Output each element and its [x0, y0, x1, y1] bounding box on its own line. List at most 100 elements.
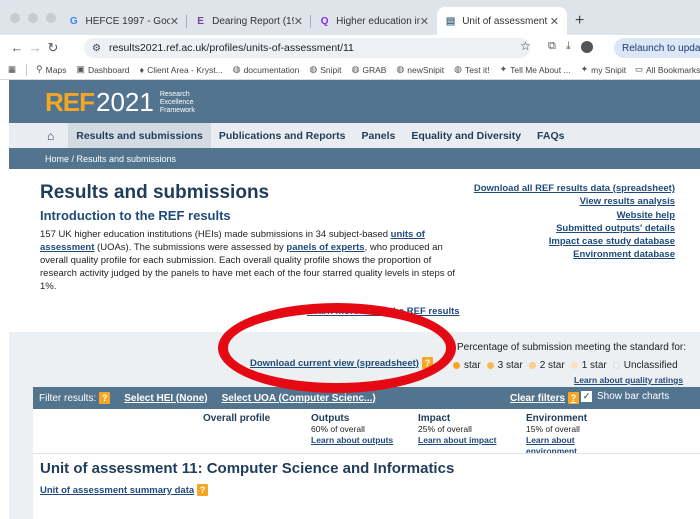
website-help-link[interactable]: Website help — [449, 209, 675, 222]
home-icon[interactable]: ⌂ — [47, 129, 54, 143]
bookmark-tell-me-about[interactable]: ✦ Tell Me About ... — [500, 64, 571, 75]
site-header: REF 2021 Research Excellence Framework — [9, 80, 700, 123]
toolbar-icons: ⧉ ⤓ — [548, 40, 593, 53]
breadcrumb[interactable]: Home / Results and submissions — [9, 148, 700, 169]
relaunch-button[interactable]: Relaunch to update ⋮ — [614, 38, 700, 58]
help-icon[interactable]: ? — [99, 392, 111, 404]
extensions-icon[interactable]: ⧉ — [548, 40, 556, 53]
download-current-view: Download current view (spreadsheet) ? — [250, 357, 433, 369]
globe-icon: ◍ — [454, 64, 462, 74]
col-environment: Environment 15% of overall Learn about e… — [526, 413, 596, 457]
minimize-window-button[interactable] — [28, 13, 38, 23]
tab-dearing[interactable]: E Dearing Report (1997) ✕ — [187, 7, 311, 35]
close-tab-icon[interactable]: ✕ — [170, 15, 179, 28]
bookmarks-bar: ▦ ⚲ Maps ▣ Dashboard ♦ Client Area - Kryst.… — [0, 60, 700, 80]
all-bookmarks[interactable]: ▭ All Bookmarks — [635, 64, 700, 75]
new-tab-icon[interactable]: + — [575, 7, 584, 35]
bookmark-star-icon[interactable]: ☆ — [520, 39, 531, 53]
legend-swatch — [528, 362, 536, 369]
close-tab-icon[interactable]: ✕ — [294, 15, 303, 28]
column-title: Outputs — [311, 413, 350, 424]
col-outputs: Outputs 60% of overall Learn about outpu… — [311, 413, 393, 446]
relaunch-label: Relaunch to update — [622, 42, 700, 54]
site-settings-icon[interactable]: ⚙ — [92, 43, 101, 54]
uoa-summary-link[interactable]: Unit of assessment summary data — [40, 485, 194, 496]
learn-more-link[interactable]: Learn more about the REF results — [307, 306, 460, 317]
uoa-summary: Unit of assessment summary data ? — [40, 484, 209, 496]
help-icon[interactable]: ? — [421, 357, 433, 369]
download-icon[interactable]: ⤓ — [566, 40, 571, 53]
forward-icon[interactable]: → — [26, 40, 44, 55]
url-field[interactable]: ⚙ results2021.ref.ac.uk/profiles/units-o… — [84, 38, 530, 58]
close-tab-icon[interactable]: ✕ — [550, 15, 559, 28]
rating-legend: star 3 star 2 star 1 star Unclassified — [453, 360, 684, 371]
globe-icon: ◍ — [309, 64, 318, 74]
tab-unit-of-assessment[interactable]: ▤ Unit of assessment 11: Comp ✕ — [437, 7, 567, 35]
uoa-title: Unit of assessment 11: Computer Science … — [40, 460, 455, 477]
intro-text: (UOAs). The submissions were assessed by — [94, 242, 287, 253]
window-controls — [10, 13, 56, 23]
tab-label: HEFCE 1997 - Google Search — [85, 15, 170, 27]
help-icon[interactable]: ? — [197, 484, 209, 496]
webpage: REF 2021 Research Excellence Framework ⌂… — [9, 80, 700, 519]
help-icon[interactable]: ? — [568, 392, 580, 404]
clear-filters-link[interactable]: Clear filters — [510, 393, 565, 404]
bookmark-grab[interactable]: ◍ GRAB — [351, 64, 386, 75]
nav-results-and-submissions[interactable]: Results and submissions — [68, 123, 211, 148]
show-bar-charts-checkbox[interactable]: ✓ — [581, 391, 592, 402]
learn-about-outputs-link[interactable]: Learn about outputs — [311, 435, 393, 445]
bookmark-documentation[interactable]: ◍ documentation — [233, 64, 300, 75]
profile-avatar[interactable] — [580, 40, 593, 53]
tab-google[interactable]: G HEFCE 1997 - Google Search ✕ — [60, 7, 187, 35]
bookmark-dashboard[interactable]: ▣ Dashboard — [76, 64, 129, 75]
bookmark-label: newSnipit — [407, 64, 445, 75]
view-results-analysis-link[interactable]: View results analysis — [449, 195, 675, 208]
quality-ratings-link[interactable]: Learn about quality ratings — [574, 375, 683, 385]
nav-equality-and-diversity[interactable]: Equality and Diversity — [403, 123, 529, 148]
legend-label: 1 star — [581, 360, 607, 371]
page-title: Results and submissions — [40, 182, 270, 203]
learn-about-impact-link[interactable]: Learn about impact — [418, 435, 496, 445]
clear-filters: Clear filters? — [510, 392, 580, 404]
bookmark-my-snipit[interactable]: ✦ my Snipit — [581, 64, 627, 75]
e-icon: E — [197, 15, 204, 27]
tab-higher-education[interactable]: Q Higher education in the learni ✕ — [311, 7, 437, 35]
legend-item: star — [453, 360, 481, 371]
filter-bar: Filter results: ? Select HEI (None) Sele… — [33, 387, 700, 409]
legend-label: star — [464, 360, 481, 371]
download-current-view-link[interactable]: Download current view (spreadsheet) — [250, 358, 419, 369]
environment-database-link[interactable]: Environment database — [449, 248, 675, 261]
nav-faqs[interactable]: FAQs — [529, 123, 572, 148]
back-icon[interactable]: ← — [8, 40, 26, 55]
globe-icon: ◍ — [232, 64, 241, 74]
maximize-window-button[interactable] — [46, 13, 56, 23]
download-all-results-link[interactable]: Download all REF results data (spreadshe… — [449, 182, 675, 195]
nav-publications-and-reports[interactable]: Publications and Reports — [211, 123, 354, 148]
legend-item: 1 star — [570, 360, 607, 371]
bookmark-maps[interactable]: ⚲ Maps — [36, 64, 66, 75]
uoa-section: Unit of assessment 11: Computer Science … — [33, 453, 700, 519]
submitted-outputs-link[interactable]: Submitted outputs' details — [449, 222, 675, 235]
legend-item: 3 star — [486, 360, 523, 371]
logo-sub-line: Research — [159, 90, 190, 98]
percentage-label: Percentage of submission meeting the sta… — [457, 342, 687, 353]
resource-links: Download all REF results data (spreadshe… — [449, 182, 675, 262]
panels-of-experts-link[interactable]: panels of experts — [286, 242, 364, 253]
ref-logo[interactable]: REF 2021 Research Excellence Framework — [45, 87, 195, 118]
bookmark-snipit[interactable]: ◍ Snipit — [309, 64, 341, 75]
nav-panels[interactable]: Panels — [353, 123, 403, 148]
legend-item: Unclassified — [612, 360, 678, 371]
reload-icon[interactable]: ↻ — [44, 40, 62, 56]
page-subtitle: Introduction to the REF results — [40, 208, 231, 223]
bookmark-test-it[interactable]: ◍ Test it! — [454, 64, 489, 75]
bookmark-newsnipit[interactable]: ◍ newSnipit — [396, 64, 444, 75]
select-hei-filter[interactable]: Select HEI (None) — [124, 393, 207, 404]
dashboard-icon: ▣ — [76, 64, 85, 74]
close-tab-icon[interactable]: ✕ — [420, 15, 429, 28]
logo-sub-line: Framework — [159, 106, 195, 114]
bookmark-client-area[interactable]: ♦ Client Area - Kryst... — [140, 65, 223, 75]
close-window-button[interactable] — [10, 13, 20, 23]
apps-icon[interactable]: ▦ — [8, 64, 16, 75]
select-uoa-filter[interactable]: Select UOA (Computer Scienc...) — [222, 393, 376, 404]
impact-case-study-link[interactable]: Impact case study database — [449, 235, 675, 248]
